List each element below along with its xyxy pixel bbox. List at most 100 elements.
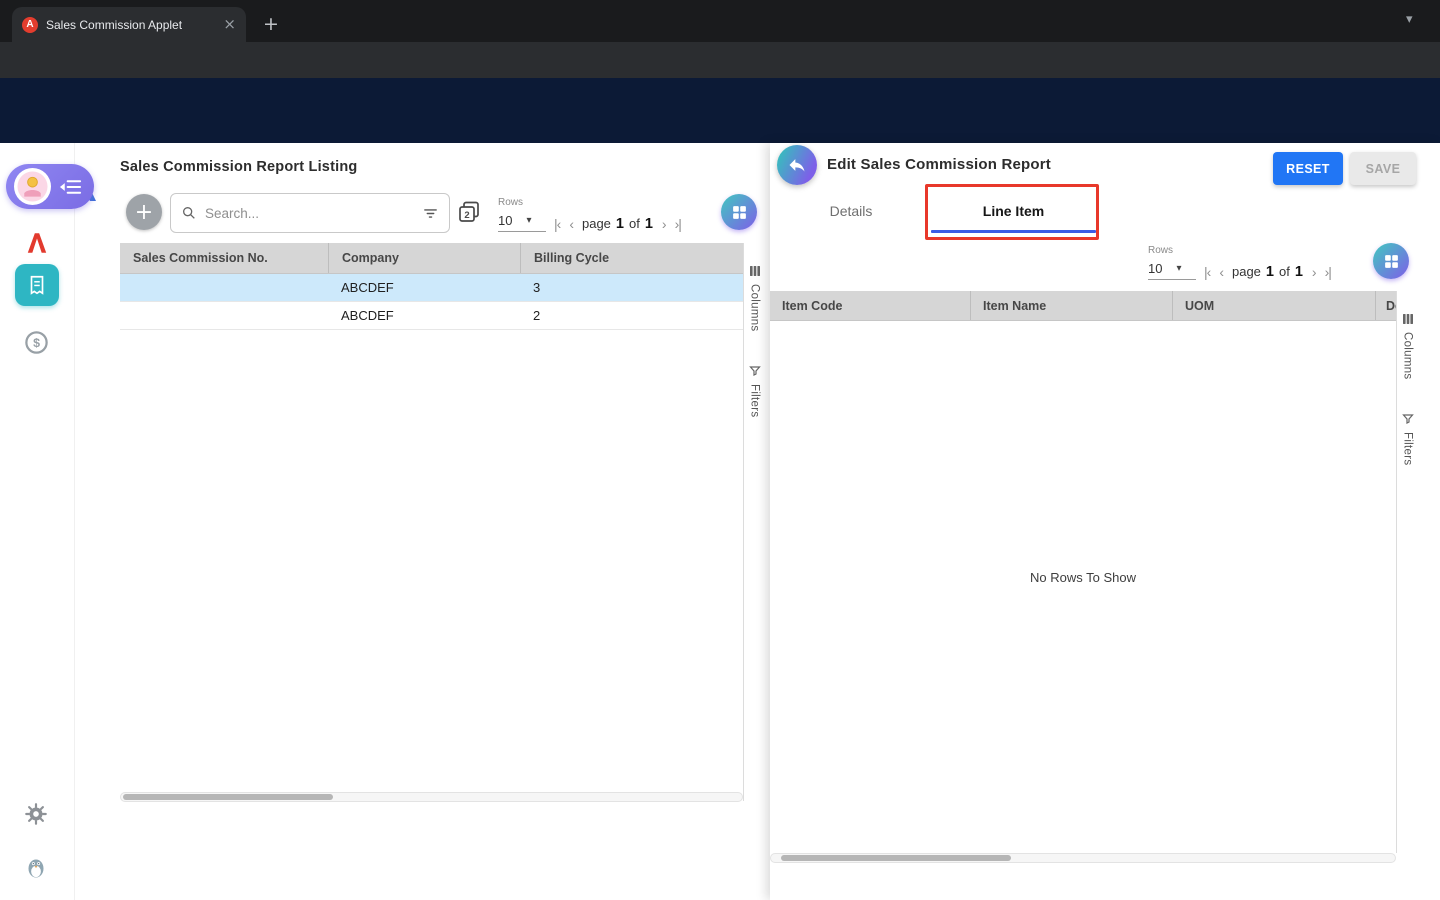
- svg-text:$: $: [33, 336, 40, 350]
- sidebar-penguin-button[interactable]: [21, 852, 51, 887]
- prev-page-button[interactable]: ‹: [569, 216, 573, 232]
- filters-panel-button[interactable]: Filters: [1402, 413, 1414, 465]
- tab-title: Sales Commission Applet: [46, 18, 215, 32]
- col-header-sales-commission-no[interactable]: Sales Commission No.: [120, 243, 328, 273]
- horizontal-scrollbar-track: [770, 853, 1396, 863]
- screen: A Sales Commission Applet × + ▾ ← → ↻ ak…: [0, 0, 1440, 900]
- sidebar-active-applet[interactable]: [6, 164, 94, 209]
- columns-panel-button[interactable]: Columns: [1402, 313, 1414, 379]
- back-button[interactable]: [777, 145, 817, 185]
- col-header-item-name[interactable]: Item Name: [970, 291, 1172, 320]
- page-current: 1: [616, 216, 624, 232]
- line-item-table-header: Item Code Item Name UOM De: [770, 291, 1396, 321]
- grid-side-toolbar: Columns Filters: [743, 243, 765, 801]
- duplicate-pages-icon[interactable]: 2: [457, 200, 481, 224]
- horizontal-scrollbar-thumb[interactable]: [123, 794, 333, 800]
- active-tab-indicator: [931, 230, 1096, 233]
- gear-icon: [23, 801, 49, 827]
- favicon-letter: A: [26, 19, 33, 30]
- edit-panel: Edit Sales Commission Report RESET SAVE …: [770, 143, 1440, 900]
- page-current: 1: [1266, 264, 1274, 280]
- horizontal-scrollbar-track: [120, 792, 743, 802]
- browser-tab[interactable]: A Sales Commission Applet ×: [12, 7, 246, 42]
- listing-pagination: |‹ ‹ page 1 of 1 › ›|: [554, 213, 681, 235]
- col-header-item-code[interactable]: Item Code: [770, 291, 970, 320]
- cell-sales-commission-no: [120, 302, 328, 329]
- first-page-button[interactable]: |‹: [554, 216, 560, 232]
- tab-details[interactable]: Details: [791, 191, 911, 231]
- search-placeholder: Search...: [205, 206, 414, 221]
- columns-label: Columns: [1402, 332, 1414, 379]
- col-header-uom[interactable]: UOM: [1172, 291, 1375, 320]
- sidebar-item-finance[interactable]: $: [23, 329, 50, 361]
- listing-title: Sales Commission Report Listing: [120, 159, 357, 175]
- page-total: 1: [1295, 264, 1303, 280]
- grid-view-toggle-button[interactable]: [1373, 243, 1409, 279]
- filters-label: Filters: [749, 384, 761, 417]
- empty-state-text: No Rows To Show: [770, 570, 1396, 585]
- reset-button[interactable]: RESET: [1273, 152, 1343, 185]
- filters-label: Filters: [1402, 432, 1414, 465]
- receipt-icon: [26, 273, 48, 297]
- table-row[interactable]: ABCDEF 2: [120, 302, 743, 330]
- rows-value: 10: [1148, 261, 1162, 276]
- of-word: of: [1279, 264, 1290, 279]
- sidebar-item-applet-store[interactable]: [24, 230, 50, 261]
- app-header: akaun: [0, 78, 1440, 143]
- table-row[interactable]: ABCDEF 3: [120, 274, 743, 302]
- horizontal-scrollbar-thumb[interactable]: [781, 855, 1011, 861]
- filters-panel-button[interactable]: Filters: [749, 365, 761, 417]
- tab-line-item[interactable]: Line Item: [931, 191, 1096, 231]
- rows-label: Rows: [498, 197, 523, 208]
- first-page-button[interactable]: |‹: [1204, 264, 1210, 280]
- new-tab-button[interactable]: +: [258, 11, 284, 37]
- page-word: page: [582, 216, 611, 231]
- sidebar-settings-button[interactable]: [23, 801, 49, 832]
- cell-company: ABCDEF: [328, 274, 520, 301]
- app-sidebar: $: [0, 143, 75, 900]
- prev-page-button[interactable]: ‹: [1219, 264, 1223, 280]
- cell-billing-cycle: 3: [520, 274, 743, 301]
- penguin-small-icon: [21, 852, 51, 882]
- sidebar-item-report-listing[interactable]: [15, 264, 59, 306]
- dollar-circle-icon: $: [23, 329, 50, 356]
- last-page-button[interactable]: ›|: [1325, 264, 1331, 280]
- tab-search-chevron-icon[interactable]: ▾: [1406, 12, 1413, 27]
- col-header-truncated[interactable]: De: [1375, 291, 1396, 320]
- grid-view-toggle-button[interactable]: [721, 194, 757, 230]
- columns-icon: [1402, 313, 1414, 325]
- listing-table-header: Sales Commission No. Company Billing Cyc…: [120, 243, 743, 274]
- page-word: page: [1232, 264, 1261, 279]
- commission-hand-coin-icon: [17, 171, 48, 202]
- columns-panel-button[interactable]: Columns: [749, 265, 761, 331]
- cell-company: ABCDEF: [328, 302, 520, 329]
- filters-funnel-icon: [1402, 413, 1414, 425]
- search-input[interactable]: Search...: [170, 193, 450, 233]
- tab-favicon: A: [22, 17, 38, 33]
- grid-icon: [1383, 253, 1400, 270]
- tab-close-icon[interactable]: ×: [223, 17, 236, 32]
- svg-text:2: 2: [464, 210, 469, 221]
- rows-per-page-select[interactable]: 10 ▾: [1148, 258, 1196, 280]
- columns-icon: [749, 265, 761, 277]
- browser-tabstrip: A Sales Commission Applet × + ▾: [0, 0, 1440, 42]
- last-page-button[interactable]: ›|: [675, 216, 681, 232]
- cell-billing-cycle: 2: [520, 302, 743, 329]
- edit-panel-title: Edit Sales Commission Report: [827, 156, 1051, 173]
- next-page-button[interactable]: ›: [662, 216, 666, 232]
- caret-down-icon: ▾: [1176, 263, 1181, 274]
- applet-avatar: [14, 168, 51, 205]
- caret-down-icon: ▾: [526, 215, 531, 226]
- add-record-button[interactable]: +: [126, 194, 162, 230]
- save-button[interactable]: SAVE: [1350, 152, 1416, 185]
- rows-label: Rows: [1148, 245, 1173, 256]
- col-header-billing-cycle[interactable]: Billing Cycle: [520, 243, 743, 273]
- search-icon: [181, 205, 197, 221]
- rows-per-page-select[interactable]: 10 ▾: [498, 210, 546, 232]
- col-header-company[interactable]: Company: [328, 243, 520, 273]
- next-page-button[interactable]: ›: [1312, 264, 1316, 280]
- grid-icon: [731, 204, 748, 221]
- page-total: 1: [645, 216, 653, 232]
- listing-panel: Sales Commission Report Listing + Search…: [120, 143, 765, 808]
- filter-list-icon[interactable]: [422, 205, 439, 222]
